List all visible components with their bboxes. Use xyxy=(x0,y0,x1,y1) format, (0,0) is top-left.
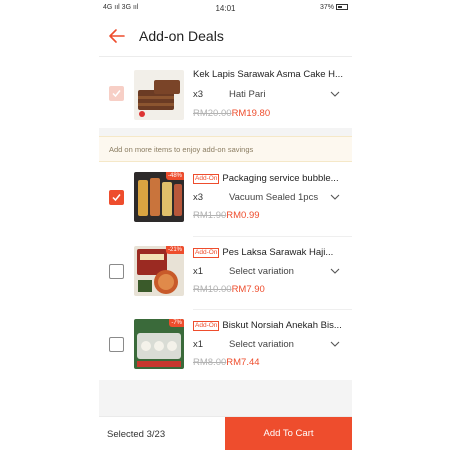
status-bar: 4G ııl 3G ııl 14:01 37% xyxy=(99,0,352,16)
add-on-deals-screen: 4G ııl 3G ııl 14:01 37% Add-on Deals Kek… xyxy=(99,0,352,450)
check-icon xyxy=(112,194,121,202)
current-price: RM19.80 xyxy=(231,108,271,119)
chevron-down-icon[interactable] xyxy=(330,268,340,274)
selected-count: Selected 3/23 xyxy=(107,429,166,440)
arrow-left-icon xyxy=(109,29,125,43)
main-item-prices: RM20.00RM19.80 xyxy=(193,108,270,119)
addon-tag: Add-On xyxy=(193,174,220,184)
chevron-down-icon[interactable] xyxy=(330,194,340,200)
page-title: Add-on Deals xyxy=(139,28,224,44)
original-price: RM1.90 xyxy=(193,210,227,221)
battery-status: 37% xyxy=(320,4,348,11)
main-item-image xyxy=(134,70,184,120)
addon-tag: Add-On xyxy=(193,248,220,258)
discount-badge: -48% xyxy=(165,172,184,180)
add-to-cart-button[interactable]: Add To Cart xyxy=(225,417,352,450)
addon-name[interactable]: Add-On Packaging service bubble... xyxy=(193,173,347,184)
addon-tag: Add-On xyxy=(193,321,220,331)
addon-checkbox[interactable] xyxy=(109,337,124,352)
addon-name[interactable]: Add-On Biskut Norsiah Anekah Bis... xyxy=(193,320,347,331)
addon-qty: x1 xyxy=(193,339,204,350)
addon-name[interactable]: Add-On Pes Laksa Sarawak Haji... xyxy=(193,247,347,258)
addon-prices: RM1.90RM0.99 xyxy=(193,210,260,221)
main-item-checkbox xyxy=(109,86,124,101)
bottom-action-bar: Selected 3/23 Add To Cart xyxy=(99,416,352,450)
addon-item-row[interactable]: -7% Add-On Biskut Norsiah Anekah Bis... x… xyxy=(99,310,352,384)
header-divider xyxy=(99,56,352,57)
current-price: RM7.90 xyxy=(231,284,265,295)
back-button[interactable] xyxy=(107,26,127,46)
addon-checkbox[interactable] xyxy=(109,264,124,279)
addon-item-row[interactable]: -21% Add-On Pes Laksa Sarawak Haji... x1 … xyxy=(99,237,352,311)
addon-name-text: Pes Laksa Sarawak Haji... xyxy=(222,247,334,258)
main-item-row: Kek Lapis Sarawak Asma Cake H... x3 Hati… xyxy=(99,58,352,132)
addon-hint-banner: Add on more items to enjoy add-on saving… xyxy=(99,136,352,162)
discount-badge: -21% xyxy=(165,246,184,254)
original-price: RM8.00 xyxy=(193,357,227,368)
chevron-down-icon[interactable] xyxy=(330,341,340,347)
addon-variation[interactable]: Select variation xyxy=(229,266,294,277)
current-price: RM7.44 xyxy=(226,357,260,368)
addon-hint-text: Add on more items to enjoy add-on saving… xyxy=(109,145,254,154)
clock: 14:01 xyxy=(215,4,236,13)
addon-qty: x3 xyxy=(193,192,204,203)
addon-variation[interactable]: Select variation xyxy=(229,339,294,350)
addon-prices: RM8.00RM7.44 xyxy=(193,357,260,368)
section-divider xyxy=(99,128,352,136)
chevron-down-icon[interactable] xyxy=(330,91,340,97)
addon-checkbox[interactable] xyxy=(109,190,124,205)
addon-image[interactable]: -21% xyxy=(134,246,184,296)
addon-prices: RM10.00RM7.90 xyxy=(193,284,265,295)
battery-icon xyxy=(336,4,348,11)
list-end-spacer xyxy=(99,380,352,416)
main-item-name[interactable]: Kek Lapis Sarawak Asma Cake H... xyxy=(193,69,347,80)
discount-badge: -7% xyxy=(169,319,184,327)
main-item-qty: x3 xyxy=(193,89,204,100)
addon-name-text: Packaging service bubble... xyxy=(222,173,339,184)
addon-name-text: Biskut Norsiah Anekah Bis... xyxy=(222,320,342,331)
original-price: RM20.00 xyxy=(193,108,232,119)
addon-variation[interactable]: Vacuum Sealed 1pcs xyxy=(229,192,318,203)
battery-percent: 37% xyxy=(319,4,334,11)
page-header: Add-on Deals xyxy=(99,20,352,54)
addon-qty: x1 xyxy=(193,266,204,277)
main-item-variation[interactable]: Hati Pari xyxy=(229,89,265,100)
check-icon xyxy=(112,90,121,98)
original-price: RM10.00 xyxy=(193,284,232,295)
addon-image[interactable]: -7% xyxy=(134,319,184,369)
current-price: RM0.99 xyxy=(226,210,260,221)
addon-image[interactable]: -48% xyxy=(134,172,184,222)
addon-item-row[interactable]: -48% Add-On Packaging service bubble... x… xyxy=(99,163,352,237)
